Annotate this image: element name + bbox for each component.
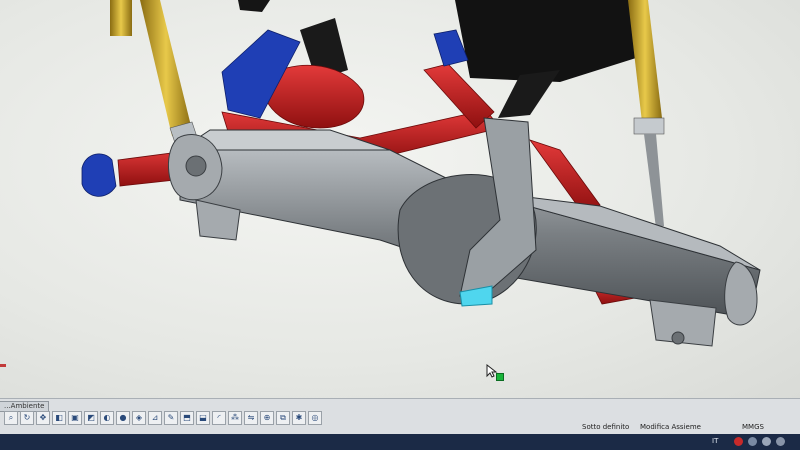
measure-icon[interactable]: ⊿	[148, 411, 162, 425]
status-bar: ...Ambiente ⌕ ↻ ✥ ◧ ▣ ◩ ◐ ● ◈ ⊿ ✎ ⬒ ⬓ ◜ …	[0, 398, 800, 435]
pan-icon[interactable]: ✥	[36, 411, 50, 425]
appearance-icon[interactable]: ●	[116, 411, 130, 425]
snap-point-icon	[496, 373, 504, 381]
zoom-icon[interactable]: ⌕	[4, 411, 18, 425]
mate-icon[interactable]: ⊕	[260, 411, 274, 425]
scene-icon[interactable]: ◈	[132, 411, 146, 425]
view-toolbar: ⌕ ↻ ✥ ◧ ▣ ◩ ◐ ● ◈ ⊿ ✎ ⬒ ⬓ ◜ ⁂ ⇋ ⊕ ⧉ ✱ ◎	[4, 411, 322, 425]
cad-3d-viewport[interactable]	[0, 0, 800, 398]
render-icon[interactable]: ◎	[308, 411, 322, 425]
mirror-icon[interactable]: ⇋	[244, 411, 258, 425]
axle-assembly-model[interactable]	[0, 0, 800, 398]
section-icon[interactable]: ◧	[52, 411, 66, 425]
assembly-icon[interactable]: ⧉	[276, 411, 290, 425]
edit-mode-status: Modifica Assieme	[640, 423, 701, 431]
unit-system[interactable]: MMGS	[742, 423, 764, 431]
network-tray-icon[interactable]	[748, 437, 757, 446]
display-icon[interactable]: ◩	[84, 411, 98, 425]
extrude-icon[interactable]: ⬒	[180, 411, 194, 425]
left-shock-absorber	[110, 0, 199, 147]
rotate-icon[interactable]: ↻	[20, 411, 34, 425]
volume-tray-icon[interactable]	[762, 437, 771, 446]
rear-axle-housing	[178, 117, 761, 319]
antivirus-tray-icon[interactable]	[734, 437, 743, 446]
viewport-origin-marker	[0, 364, 6, 367]
explode-icon[interactable]: ✱	[292, 411, 306, 425]
language-indicator[interactable]: IT	[712, 437, 718, 445]
battery-tray-icon[interactable]	[776, 437, 785, 446]
cut-icon[interactable]: ⬓	[196, 411, 210, 425]
hide-icon[interactable]: ◐	[100, 411, 114, 425]
sketch-icon[interactable]: ✎	[164, 411, 178, 425]
right-shock-absorber	[628, 0, 665, 228]
pattern-icon[interactable]: ⁂	[228, 411, 242, 425]
definition-status: Sotto definito	[582, 423, 630, 431]
fillet-icon[interactable]: ◜	[212, 411, 226, 425]
view-icon[interactable]: ▣	[68, 411, 82, 425]
windows-taskbar: IT	[0, 434, 800, 450]
